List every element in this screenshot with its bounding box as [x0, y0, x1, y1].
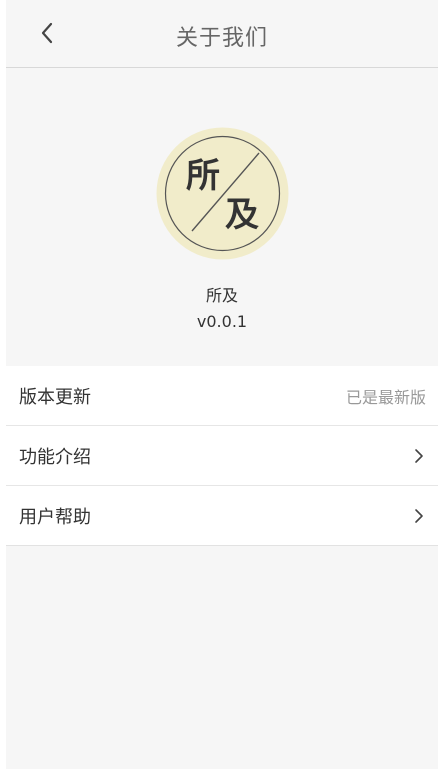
header: 关于我们: [6, 0, 438, 68]
settings-menu: 版本更新 已是最新版 功能介绍 用户帮助: [6, 366, 438, 546]
app-logo: 所 及: [156, 127, 289, 260]
page-title: 关于我们: [175, 26, 268, 51]
version-status: 已是最新版: [345, 387, 426, 407]
menu-item-user-help[interactable]: 用户帮助: [6, 485, 438, 545]
chevron-right-icon: [412, 447, 426, 465]
app-info: 所 及 所及 v0.0.1: [6, 68, 438, 366]
app-name: 所及: [205, 286, 238, 305]
app-version: v0.0.1: [196, 312, 248, 331]
chevron-right-icon: [412, 507, 426, 525]
menu-item-features[interactable]: 功能介绍: [6, 425, 438, 485]
menu-item-version-update[interactable]: 版本更新 已是最新版: [6, 366, 438, 425]
menu-item-label: 版本更新: [19, 386, 91, 408]
logo-char-bottom: 及: [225, 195, 259, 235]
logo-char-top: 所: [186, 156, 220, 196]
menu-item-label: 用户帮助: [19, 506, 91, 528]
about-us-page: 关于我们 所 及 所及 v0.0.1 版本更新 已是最新版 功能介绍 用户帮助: [6, 0, 438, 769]
menu-item-label: 功能介绍: [19, 446, 91, 468]
